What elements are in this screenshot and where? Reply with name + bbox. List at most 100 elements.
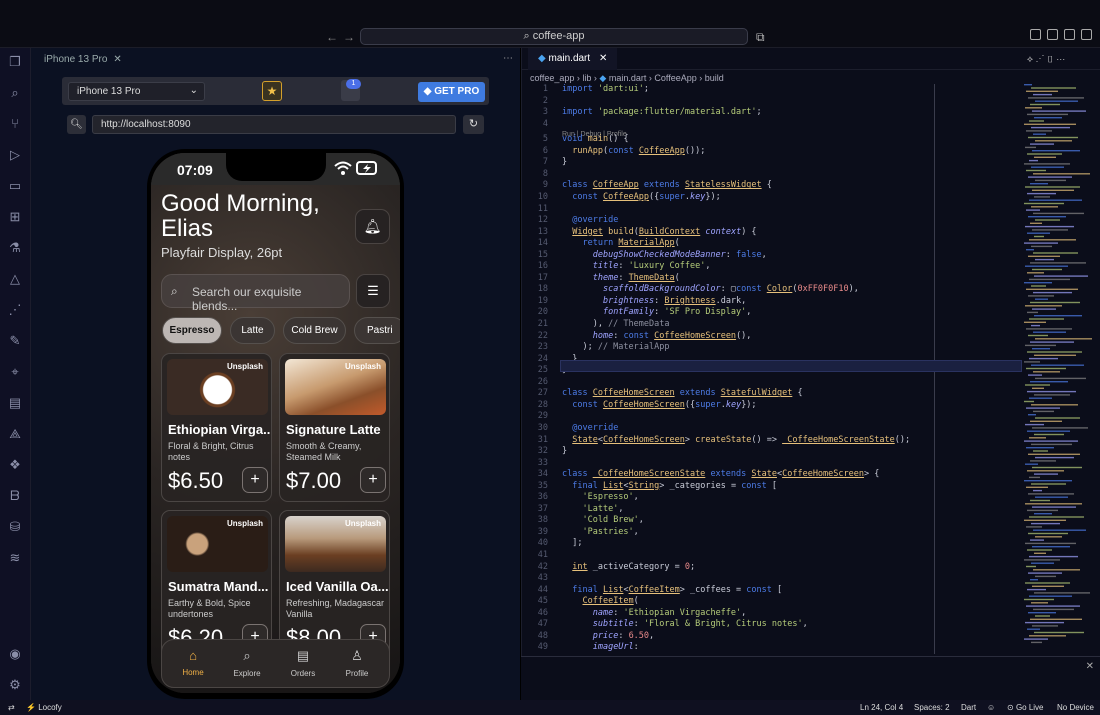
code-line[interactable]: import 'dart:ui'; [562, 84, 649, 94]
back-arrow-icon[interactable]: ← [326, 30, 338, 44]
breadcrumb-item[interactable]: lib [582, 73, 591, 83]
close-icon[interactable]: ✕ [1086, 661, 1094, 672]
add-to-cart-button[interactable]: + [242, 467, 268, 493]
deploy-icon[interactable]: ⟁ [7, 426, 23, 442]
code-line[interactable]: import 'package:flutter/material.dart'; [562, 107, 762, 117]
code-line[interactable]: price: 6.50, [562, 631, 654, 641]
code-line[interactable]: 'Espresso', [562, 492, 638, 502]
code-line[interactable]: void main() { [562, 134, 629, 144]
search-input[interactable]: Search our exquisite blends... [161, 274, 350, 313]
code-line[interactable]: class _CoffeeHomeScreenState extends Sta… [562, 469, 879, 479]
nav-explore[interactable]: ⌕ Explore [225, 648, 269, 678]
explorer-icon[interactable]: ❐ [7, 54, 23, 70]
add-to-cart-button[interactable]: + [360, 467, 386, 493]
star-button[interactable]: ★ [262, 81, 282, 101]
editor-actions[interactable]: ⟡ ⋰ ▯ ⋯ [1027, 54, 1065, 65]
code-line[interactable]: 'Pastries', [562, 527, 638, 537]
code-line[interactable]: CoffeeItem( [562, 596, 638, 606]
code-line[interactable]: ]; [562, 538, 582, 548]
layout-bottom-icon[interactable] [1064, 29, 1075, 40]
breadcrumb-item[interactable]: coffee_app [530, 73, 574, 83]
url-input[interactable]: http://localhost:8090 [92, 115, 456, 134]
code-line[interactable]: ), // ThemeData [562, 319, 670, 329]
remote-explorer-icon[interactable]: ▭ [7, 178, 23, 194]
breadcrumb-item[interactable]: CoffeeApp [654, 73, 696, 83]
code-line[interactable]: @override [562, 423, 618, 433]
code-line[interactable]: Widget build(BuildContext context) { [562, 227, 756, 237]
code-line[interactable]: home: const CoffeeHomeScreen(), [562, 331, 752, 341]
chip-pastries[interactable]: Pastri [354, 317, 400, 344]
locofy-status[interactable]: ⚡ Locofy [26, 703, 62, 712]
close-icon[interactable]: ✕ [113, 54, 121, 65]
coffee-card[interactable]: Unsplash Sumatra Mand... Earthy & Bold, … [161, 510, 272, 659]
editor-tab-main-dart[interactable]: ◆ main.dart ✕ [528, 48, 618, 70]
settings-gear-icon[interactable]: ⚙ [7, 677, 23, 693]
code-line[interactable]: brightness: Brightness.dark, [562, 296, 746, 306]
breadcrumb-item[interactable]: build [705, 73, 724, 83]
copilot-icon[interactable]: ⧉ [756, 30, 765, 45]
indentation[interactable]: Spaces: 2 [914, 703, 950, 712]
cursor-position[interactable]: Ln 24, Col 4 [860, 703, 903, 712]
code-line[interactable]: final List<String> _categories = const [ [562, 481, 777, 491]
figma-icon[interactable]: ❖ [7, 457, 23, 473]
code-line[interactable]: int _activeCategory = 0; [562, 562, 695, 572]
close-icon[interactable]: ✕ [599, 53, 607, 64]
code-line[interactable]: return MaterialApp( [562, 238, 679, 248]
layout-secondary-icon[interactable] [1081, 29, 1092, 40]
chip-cold-brew[interactable]: Cold Brew [283, 317, 346, 344]
minimap[interactable] [1022, 84, 1092, 654]
code-line[interactable]: subtitle: 'Floral & Bright, Citrus notes… [562, 619, 808, 629]
device-select[interactable]: iPhone 13 Pro ⌄ [68, 82, 205, 101]
code-line[interactable]: imageUrl: [562, 642, 639, 652]
breadcrumb-item[interactable]: main.dart [609, 73, 647, 83]
run-debug-icon[interactable]: ▷ [7, 147, 23, 163]
inspect-button[interactable]: 🔍︎ [67, 115, 86, 134]
layers-icon[interactable]: ≋ [7, 550, 23, 566]
more-actions-icon[interactable]: ⋯ [503, 53, 513, 64]
chip-latte[interactable]: Latte [230, 317, 275, 344]
code-line[interactable]: 'Cold Brew', [562, 515, 643, 525]
locofy-icon[interactable]: ⋰ [7, 302, 23, 318]
search-icon[interactable]: ⌕ [7, 85, 23, 101]
nav-profile[interactable]: ♙ Profile [335, 648, 379, 678]
code-line[interactable]: title: 'Luxury Coffee', [562, 261, 711, 271]
code-line[interactable]: name: 'Ethiopian Virgacheffe', [562, 608, 747, 618]
code-line[interactable]: @override [562, 215, 618, 225]
source-control-icon[interactable]: ⑂ [7, 116, 23, 132]
device-status[interactable]: No Device [1057, 703, 1094, 712]
chip-espresso[interactable]: Espresso [162, 317, 222, 344]
nav-orders[interactable]: ▤ Orders [281, 648, 325, 678]
flutter-icon[interactable]: △ [7, 271, 23, 287]
forward-arrow-icon[interactable]: → [343, 30, 355, 44]
reload-button[interactable]: ↻ [463, 115, 484, 134]
remote-icon[interactable]: ⇄ [8, 703, 15, 712]
code-line[interactable]: const CoffeeApp({super.key}); [562, 192, 720, 202]
language-mode[interactable]: Dart [961, 703, 976, 712]
code-line[interactable]: scaffoldBackgroundColor: ▢const Color(0x… [562, 284, 859, 294]
nav-home[interactable]: ⌂ Home [171, 648, 215, 677]
account-icon[interactable]: ◉ [7, 646, 23, 662]
pen-icon[interactable]: ✎ [7, 333, 23, 349]
bitbucket-icon[interactable]: ᗷ [7, 488, 23, 504]
code-line[interactable]: theme: ThemeData( [562, 273, 680, 283]
get-pro-button[interactable]: ◆ GET PRO [418, 82, 485, 102]
code-line[interactable]: final List<CoffeeItem> _coffees = const … [562, 585, 782, 595]
coffee-card[interactable]: Unsplash Ethiopian Virga... Floral & Bri… [161, 353, 272, 502]
layout-sidebar-icon[interactable] [1047, 29, 1058, 40]
code-line[interactable]: runApp(const CoffeeApp()); [562, 146, 705, 156]
code-line[interactable]: } [562, 157, 567, 167]
code-line[interactable]: } [562, 446, 567, 456]
code-line[interactable]: State<CoffeeHomeScreen> createState() =>… [562, 435, 910, 445]
code-line[interactable]: const CoffeeHomeScreen({super.key}); [562, 400, 756, 410]
go-live[interactable]: ⊙ Go Live [1007, 703, 1044, 712]
copilot-icon[interactable]: ☺ [987, 703, 995, 712]
extensions-icon[interactable]: ⊞ [7, 209, 23, 225]
notifications-button[interactable]: 🔔︎ [355, 209, 390, 244]
code-line[interactable]: debugShowCheckedModeBanner: false, [562, 250, 767, 260]
filter-button[interactable]: ☰ [356, 274, 390, 308]
code-line[interactable]: fontFamily: 'SF Pro Display', [562, 307, 751, 317]
code-line[interactable]: class CoffeeHomeScreen extends StatefulW… [562, 388, 803, 398]
code-line[interactable]: class CoffeeApp extends StatelessWidget … [562, 180, 772, 190]
preview-icon[interactable]: ▤ [7, 395, 23, 411]
inspect-icon[interactable]: ⌖ [7, 364, 23, 380]
